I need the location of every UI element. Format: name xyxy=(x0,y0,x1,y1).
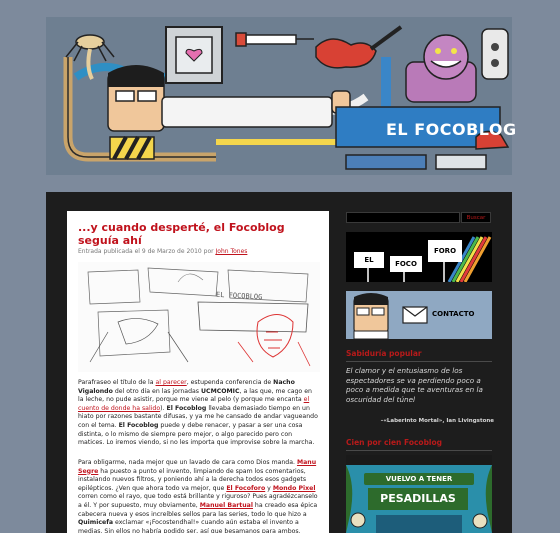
author-link[interactable]: John Tones xyxy=(216,248,248,255)
link-manuel-bartual[interactable]: Manuel Bartual xyxy=(200,502,253,509)
pesadillas-ribbon: VUELVO A TENER xyxy=(364,473,474,485)
banner-illustration xyxy=(63,25,510,170)
foro-sign-foro: FORO xyxy=(428,240,462,262)
sketch-drawing xyxy=(87,267,311,367)
character-icon xyxy=(107,65,351,132)
post-meta: Entrada publicada el 9 de Marzo de 2010 … xyxy=(78,248,323,255)
keyboard-icon xyxy=(345,154,487,170)
focoforo-banner[interactable]: EL FOCO FORO xyxy=(346,232,492,282)
contacto-banner[interactable]: CONTACTO xyxy=(346,291,492,339)
section-title-cien-por-cien: Cien por cien Focoblog xyxy=(346,438,492,451)
syringe-icon xyxy=(235,32,314,47)
post-title[interactable]: ...y cuando desperté, el Focoblog seguía… xyxy=(78,221,323,247)
blog-logo[interactable]: EL FOCOBLOG xyxy=(386,120,517,139)
post-paragraph-1: Parafraseo el título de la al parecer, e… xyxy=(78,379,318,447)
post-paragraph-2: Para obligarme, nada mejor que un lavado… xyxy=(78,459,318,533)
blog-post: ...y cuando desperté, el Focoblog seguía… xyxy=(67,211,329,533)
post-sketch-image: EL FOCOBLOG xyxy=(78,262,320,372)
quote-source: –«Laberinto Mortal», Ian Livingstone xyxy=(380,418,494,424)
hazard-stripes-icon xyxy=(109,136,155,160)
header-banner[interactable]: EL FOCOBLOG xyxy=(46,17,516,175)
search-input[interactable] xyxy=(346,212,460,223)
search-button[interactable]: Buscar xyxy=(461,212,491,223)
gamepad-icon xyxy=(481,28,509,80)
pesadillas-banner[interactable]: VUELVO A TENER PESADILLAS xyxy=(346,455,492,533)
pesadillas-title: PESADILLAS xyxy=(368,488,468,510)
contacto-label: CONTACTO xyxy=(432,310,475,318)
foro-sign-foco: FOCO xyxy=(390,256,422,272)
foro-sign-el: EL xyxy=(354,252,384,268)
companion-cube-icon xyxy=(165,26,223,84)
popular-quote: El clamor y el entusiasmo de los especta… xyxy=(346,366,483,404)
link-mondo-pixel[interactable]: Mondo Pixel xyxy=(273,485,316,492)
link-al-parecer[interactable]: al parecer xyxy=(156,379,187,386)
cheshire-cat-icon xyxy=(405,34,477,103)
alien-icon xyxy=(65,34,115,80)
envelope-icon xyxy=(402,306,428,324)
section-title-sabiduria: Sabiduría popular xyxy=(346,349,492,362)
post-date: Entrada publicada el 9 de Marzo de 2010 … xyxy=(78,248,216,255)
link-focoforo[interactable]: El Focoforo xyxy=(226,485,265,492)
